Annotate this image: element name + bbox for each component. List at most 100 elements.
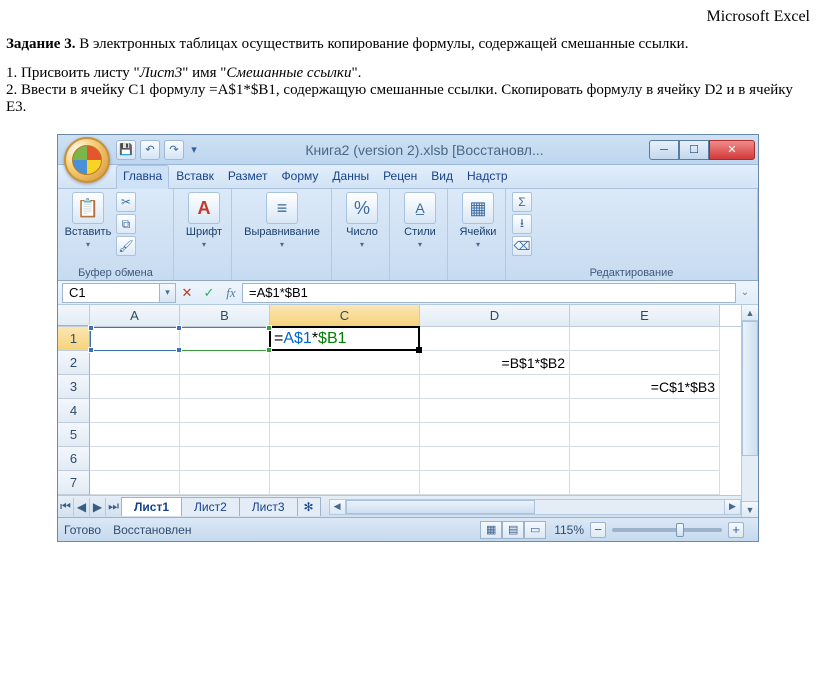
align-icon: ≡: [266, 192, 298, 224]
tab-nav-first-icon[interactable]: ⏮: [58, 498, 74, 516]
row-header-5[interactable]: 5: [58, 423, 90, 447]
cell-a2[interactable]: [90, 351, 180, 375]
horizontal-scrollbar[interactable]: ◀ ▶: [329, 499, 741, 515]
vscroll-thumb[interactable]: [742, 321, 758, 456]
range-anchor: [88, 325, 94, 331]
cell-c2[interactable]: [270, 351, 420, 375]
cell-c3[interactable]: [270, 375, 420, 399]
view-page-layout-icon[interactable]: ▤: [502, 521, 524, 539]
status-bar: Готово Восстановлен ▦ ▤ ▭ 115% − +: [58, 517, 758, 541]
tab-data[interactable]: Данны: [325, 165, 376, 188]
tab-nav-next-icon[interactable]: ▶: [90, 498, 106, 516]
scroll-down-icon[interactable]: ▼: [742, 501, 758, 517]
format-painter-icon[interactable]: 🖌: [116, 236, 136, 256]
group-editing: Σ ⭳ ⌫ Редактирование: [506, 189, 758, 280]
alignment-button[interactable]: ≡ Выравнивание ▾: [238, 192, 326, 249]
cancel-formula-icon[interactable]: ✕: [176, 283, 198, 303]
zoom-thumb[interactable]: [676, 523, 684, 537]
range-anchor: [176, 325, 182, 331]
col-header-c[interactable]: C: [270, 305, 420, 326]
cell-d2[interactable]: =B$1*$B2: [420, 351, 570, 375]
name-box[interactable]: C1: [62, 283, 160, 303]
cell-a1[interactable]: [90, 327, 180, 351]
tab-home[interactable]: Главна: [116, 165, 169, 189]
scroll-right-icon[interactable]: ▶: [724, 500, 740, 514]
tab-formulas[interactable]: Форму: [275, 165, 326, 188]
formula-input[interactable]: =A$1*$B1: [242, 283, 736, 303]
task-text: В электронных таблицах осуществить копир…: [75, 36, 688, 52]
tab-nav-last-icon[interactable]: ⏭: [106, 498, 122, 516]
close-button[interactable]: ✕: [709, 140, 755, 160]
tab-addins[interactable]: Надстр: [460, 165, 515, 188]
col-header-a[interactable]: A: [90, 305, 180, 326]
cell-a3[interactable]: [90, 375, 180, 399]
clear-icon[interactable]: ⌫: [512, 236, 532, 256]
sheet-tab-3[interactable]: Лист3: [239, 497, 298, 516]
zoom-out-button[interactable]: −: [590, 522, 606, 538]
scroll-track[interactable]: [346, 500, 724, 514]
maximize-button[interactable]: ☐: [679, 140, 709, 160]
redo-icon[interactable]: ↷: [164, 140, 184, 160]
col-header-d[interactable]: D: [420, 305, 570, 326]
undo-icon[interactable]: ↶: [140, 140, 160, 160]
paste-button[interactable]: 📋 Вставить ▾: [64, 192, 112, 249]
excel-window: 💾 ↶ ↷ ▾ Книга2 (version 2).xlsb [Восстан…: [57, 134, 759, 542]
row-header-3[interactable]: 3: [58, 375, 90, 399]
tab-nav-prev-icon[interactable]: ◀: [74, 498, 90, 516]
cell-e1[interactable]: [570, 327, 720, 351]
tab-view[interactable]: Вид: [424, 165, 460, 188]
sheet-tab-2[interactable]: Лист2: [181, 497, 240, 516]
font-button[interactable]: A Шрифт ▾: [180, 192, 228, 249]
fill-handle[interactable]: [416, 347, 422, 353]
fx-icon[interactable]: fx: [220, 283, 242, 303]
enter-formula-icon[interactable]: ✓: [198, 283, 220, 303]
qat-dropdown-icon[interactable]: ▾: [188, 140, 200, 160]
row-header-2[interactable]: 2: [58, 351, 90, 375]
sheet-tab-1[interactable]: Лист1: [121, 497, 182, 516]
cell-c1[interactable]: =A$1*$B1: [270, 327, 420, 351]
save-icon[interactable]: 💾: [116, 140, 136, 160]
zoom-value[interactable]: 115%: [554, 523, 584, 537]
view-normal-icon[interactable]: ▦: [480, 521, 502, 539]
minimize-button[interactable]: ─: [649, 140, 679, 160]
number-button[interactable]: % Число ▾: [338, 192, 386, 249]
cut-icon[interactable]: ✂: [116, 192, 136, 212]
row-header-7[interactable]: 7: [58, 471, 90, 495]
scroll-thumb[interactable]: [346, 500, 535, 514]
vscroll-track[interactable]: [742, 321, 758, 501]
cell-d3[interactable]: [420, 375, 570, 399]
tab-insert[interactable]: Вставк: [169, 165, 221, 188]
vertical-scrollbar[interactable]: ▲ ▼: [741, 305, 758, 517]
col-header-b[interactable]: B: [180, 305, 270, 326]
autosum-icon[interactable]: Σ: [512, 192, 532, 212]
scroll-left-icon[interactable]: ◀: [330, 500, 346, 514]
cells-button[interactable]: ▦ Ячейки ▾: [454, 192, 502, 249]
zoom-slider[interactable]: [612, 528, 722, 532]
worksheet[interactable]: A B C D E: [58, 305, 741, 495]
office-button[interactable]: [64, 137, 110, 183]
copy-icon[interactable]: ⧉: [116, 214, 136, 234]
new-sheet-icon[interactable]: ✻: [297, 497, 321, 516]
zoom-in-button[interactable]: +: [728, 522, 744, 538]
cell-b1[interactable]: [180, 327, 270, 351]
fill-icon[interactable]: ⭳: [512, 214, 532, 234]
cell-e3[interactable]: =C$1*$B3: [570, 375, 720, 399]
namebox-dropdown-icon[interactable]: ▾: [160, 283, 176, 303]
row-header-6[interactable]: 6: [58, 447, 90, 471]
tab-layout[interactable]: Размет: [221, 165, 275, 188]
zoom-control: 115% − +: [554, 522, 744, 538]
chevron-down-icon: ▾: [476, 240, 480, 249]
cell-b2[interactable]: [180, 351, 270, 375]
view-page-break-icon[interactable]: ▭: [524, 521, 546, 539]
cell-b3[interactable]: [180, 375, 270, 399]
col-header-e[interactable]: E: [570, 305, 720, 326]
styles-button[interactable]: A̲ Стили ▾: [396, 192, 444, 249]
tab-review[interactable]: Рецен: [376, 165, 424, 188]
row-header-4[interactable]: 4: [58, 399, 90, 423]
select-all-corner[interactable]: [58, 305, 90, 326]
row-header-1[interactable]: 1: [58, 327, 90, 351]
scroll-up-icon[interactable]: ▲: [742, 305, 758, 321]
formula-expand-icon[interactable]: ⌄: [736, 287, 754, 298]
cell-e2[interactable]: [570, 351, 720, 375]
cell-d1[interactable]: [420, 327, 570, 351]
